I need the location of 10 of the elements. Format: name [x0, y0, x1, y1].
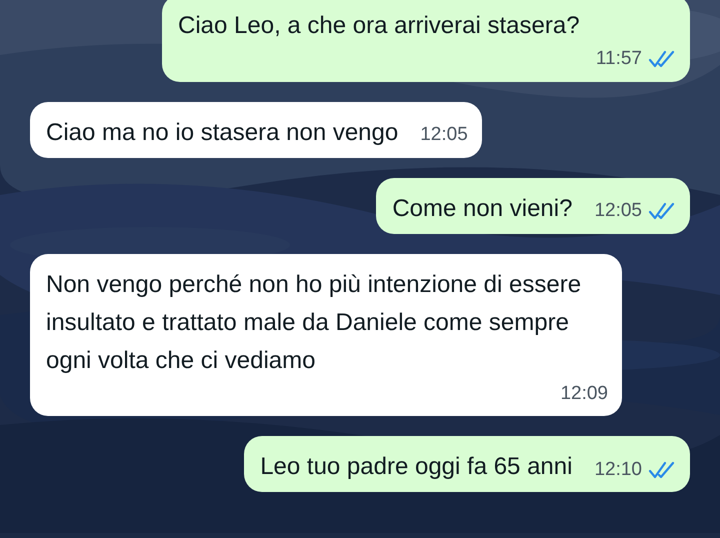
message-time: 12:05	[594, 199, 642, 223]
message-time: 12:10	[594, 458, 642, 482]
message-time: 12:05	[420, 123, 468, 147]
message-text: Non vengo perché non ho più intenzione di essere insultato e trattato male da Daniele come sempre ogni volta che ci vediamo	[46, 270, 582, 376]
message-text: Ciao Leo, a che ora arriverai stasera?	[178, 11, 581, 41]
message-text: Come non vieni?	[392, 194, 572, 224]
message-time: 12:09	[560, 382, 608, 406]
message-text: Ciao ma no io stasera non vengo	[46, 118, 398, 148]
message-text: Leo tuo padre oggi fa 65 anni	[260, 452, 572, 482]
message-time: 11:57	[596, 47, 642, 71]
